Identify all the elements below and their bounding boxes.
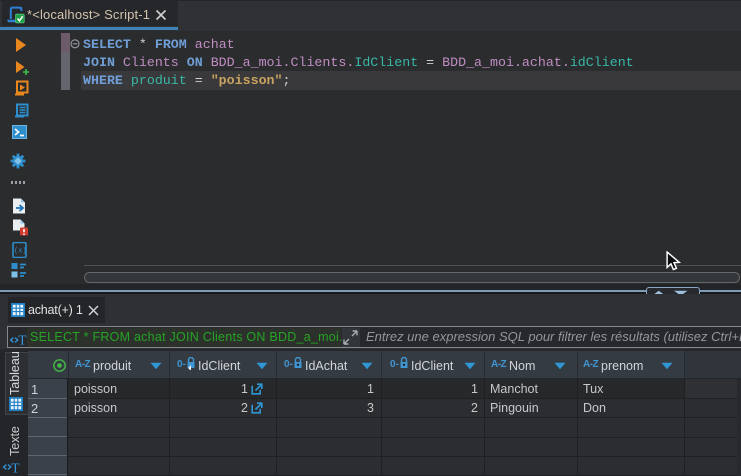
- svg-text:T: T: [18, 333, 27, 348]
- svg-text:(x): (x): [14, 248, 27, 256]
- svg-text:T: T: [11, 461, 20, 476]
